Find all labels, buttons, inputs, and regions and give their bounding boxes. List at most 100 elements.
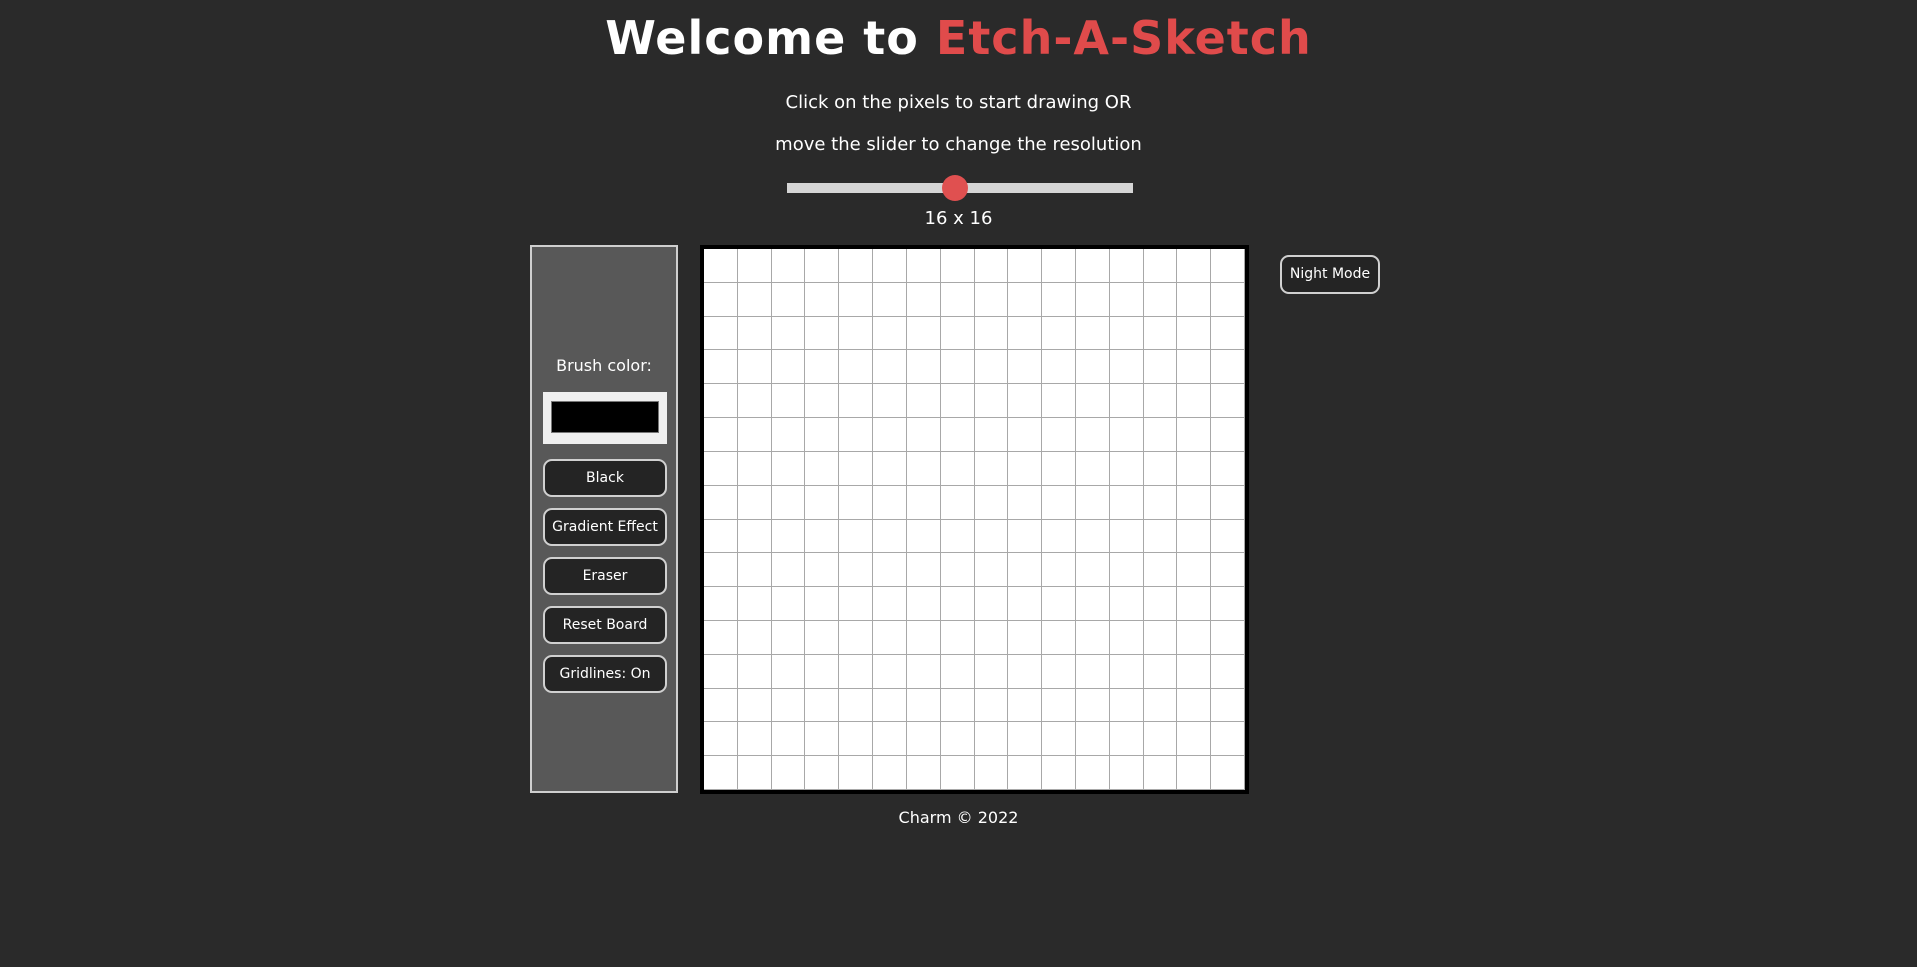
pixel-cell[interactable]	[940, 316, 975, 351]
pixel-cell[interactable]	[974, 451, 1009, 486]
pixel-cell[interactable]	[1008, 519, 1043, 554]
pixel-cell[interactable]	[1109, 688, 1144, 723]
pixel-cell[interactable]	[1008, 282, 1043, 317]
pixel-cell[interactable]	[873, 451, 907, 486]
pixel-cell[interactable]	[1211, 316, 1245, 351]
brush-color-swatch[interactable]	[551, 401, 659, 433]
pixel-cell[interactable]	[737, 722, 772, 757]
pixel-cell[interactable]	[1109, 756, 1144, 790]
pixel-cell[interactable]	[1143, 249, 1178, 283]
pixel-cell[interactable]	[1143, 282, 1178, 317]
pixel-cell[interactable]	[974, 756, 1009, 790]
pixel-cell[interactable]	[1109, 519, 1144, 554]
pixel-cell[interactable]	[704, 485, 738, 520]
pixel-cell[interactable]	[974, 418, 1009, 452]
pixel-cell[interactable]	[873, 553, 907, 588]
pixel-cell[interactable]	[1075, 249, 1110, 283]
pixel-cell[interactable]	[906, 688, 941, 723]
pixel-cell[interactable]	[906, 654, 941, 689]
gradient-effect-button[interactable]: Gradient Effect	[543, 508, 667, 546]
pixel-cell[interactable]	[771, 587, 806, 621]
pixel-cell[interactable]	[1109, 553, 1144, 588]
pixel-cell[interactable]	[805, 620, 840, 655]
pixel-cell[interactable]	[1042, 756, 1076, 790]
pixel-cell[interactable]	[1177, 282, 1212, 317]
pixel-cell[interactable]	[704, 553, 738, 588]
pixel-cell[interactable]	[839, 654, 874, 689]
pixel-cell[interactable]	[1109, 451, 1144, 486]
pixel-cell[interactable]	[839, 722, 874, 757]
pixel-cell[interactable]	[1042, 316, 1076, 351]
pixel-cell[interactable]	[839, 418, 874, 452]
pixel-cell[interactable]	[839, 282, 874, 317]
pixel-cell[interactable]	[1211, 722, 1245, 757]
pixel-cell[interactable]	[1075, 519, 1110, 554]
pixel-cell[interactable]	[1042, 418, 1076, 452]
pixel-cell[interactable]	[805, 316, 840, 351]
night-mode-button[interactable]: Night Mode	[1280, 255, 1380, 294]
pixel-cell[interactable]	[1109, 316, 1144, 351]
pixel-cell[interactable]	[805, 282, 840, 317]
pixel-cell[interactable]	[974, 519, 1009, 554]
pixel-cell[interactable]	[1177, 722, 1212, 757]
pixel-cell[interactable]	[704, 756, 738, 790]
pixel-cell[interactable]	[1075, 282, 1110, 317]
pixel-cell[interactable]	[974, 587, 1009, 621]
pixel-cell[interactable]	[704, 519, 738, 554]
pixel-cell[interactable]	[1143, 316, 1178, 351]
pixel-cell[interactable]	[704, 282, 738, 317]
pixel-cell[interactable]	[1042, 384, 1076, 419]
pixel-cell[interactable]	[1211, 519, 1245, 554]
pixel-cell[interactable]	[805, 350, 840, 385]
pixel-cell[interactable]	[737, 654, 772, 689]
eraser-button[interactable]: Eraser	[543, 557, 667, 595]
pixel-cell[interactable]	[704, 316, 738, 351]
pixel-cell[interactable]	[805, 722, 840, 757]
pixel-cell[interactable]	[1211, 384, 1245, 419]
pixel-cell[interactable]	[1109, 282, 1144, 317]
pixel-cell[interactable]	[737, 249, 772, 283]
pixel-cell[interactable]	[1075, 620, 1110, 655]
pixel-cell[interactable]	[771, 722, 806, 757]
pixel-cell[interactable]	[974, 722, 1009, 757]
pixel-cell[interactable]	[1042, 654, 1076, 689]
pixel-cell[interactable]	[1042, 688, 1076, 723]
pixel-cell[interactable]	[1075, 553, 1110, 588]
pixel-cell[interactable]	[1109, 418, 1144, 452]
pixel-cell[interactable]	[771, 451, 806, 486]
pixel-cell[interactable]	[873, 587, 907, 621]
pixel-cell[interactable]	[1211, 282, 1245, 317]
pixel-cell[interactable]	[1109, 587, 1144, 621]
pixel-cell[interactable]	[1177, 620, 1212, 655]
pixel-cell[interactable]	[1075, 654, 1110, 689]
pixel-cell[interactable]	[1008, 553, 1043, 588]
black-button[interactable]: Black	[543, 459, 667, 497]
pixel-cell[interactable]	[805, 418, 840, 452]
pixel-cell[interactable]	[805, 756, 840, 790]
resolution-slider[interactable]	[787, 175, 1133, 201]
pixel-cell[interactable]	[940, 384, 975, 419]
pixel-cell[interactable]	[974, 654, 1009, 689]
pixel-cell[interactable]	[906, 587, 941, 621]
pixel-cell[interactable]	[839, 553, 874, 588]
pixel-cell[interactable]	[1075, 587, 1110, 621]
pixel-cell[interactable]	[1042, 620, 1076, 655]
pixel-cell[interactable]	[1143, 654, 1178, 689]
pixel-cell[interactable]	[1075, 316, 1110, 351]
pixel-cell[interactable]	[704, 451, 738, 486]
pixel-cell[interactable]	[940, 553, 975, 588]
pixel-cell[interactable]	[771, 553, 806, 588]
brush-color-picker[interactable]	[543, 392, 667, 444]
pixel-cell[interactable]	[873, 756, 907, 790]
pixel-cell[interactable]	[906, 722, 941, 757]
pixel-cell[interactable]	[1143, 688, 1178, 723]
pixel-cell[interactable]	[1008, 316, 1043, 351]
pixel-cell[interactable]	[1143, 485, 1178, 520]
pixel-cell[interactable]	[1075, 756, 1110, 790]
pixel-cell[interactable]	[737, 384, 772, 419]
pixel-cell[interactable]	[1211, 654, 1245, 689]
pixel-cell[interactable]	[839, 688, 874, 723]
pixel-cell[interactable]	[1109, 654, 1144, 689]
pixel-cell[interactable]	[906, 282, 941, 317]
pixel-cell[interactable]	[1143, 384, 1178, 419]
